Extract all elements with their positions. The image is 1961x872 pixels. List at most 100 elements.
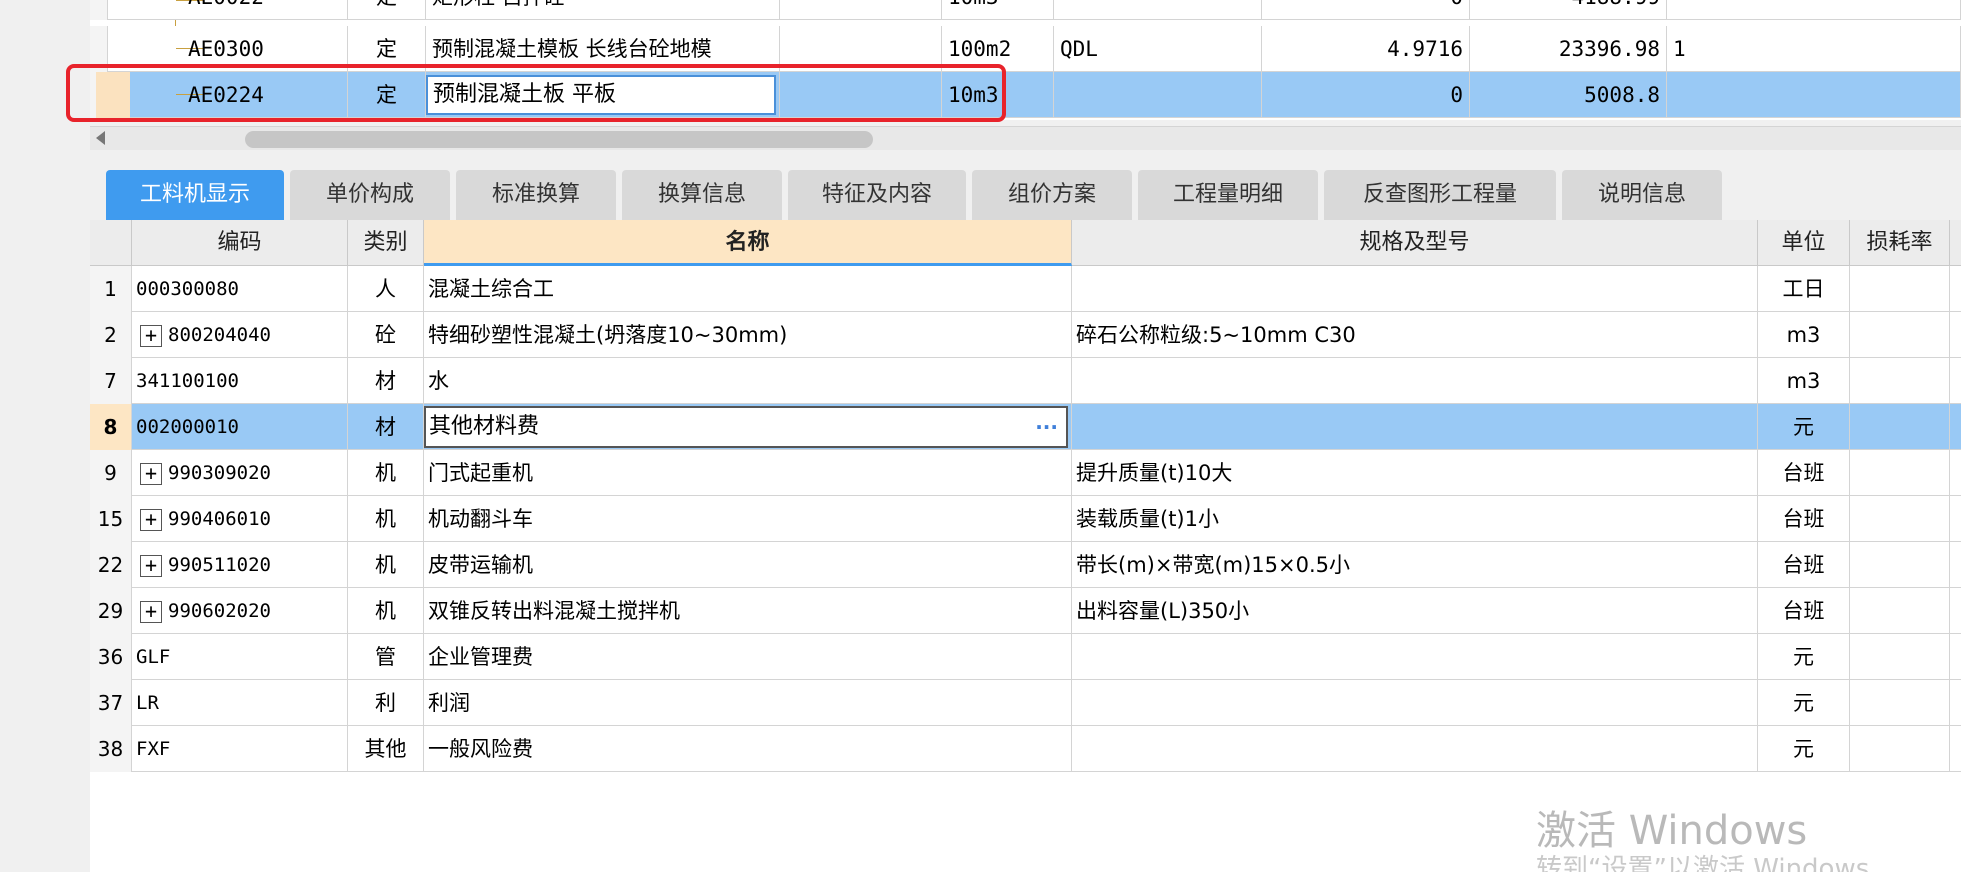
horizontal-scrollbar[interactable] — [90, 126, 1961, 150]
upper-price[interactable]: 23396.98 — [1470, 26, 1667, 72]
resource-unit[interactable]: 元 — [1758, 680, 1850, 726]
resource-loss-rate[interactable] — [1850, 450, 1950, 496]
resource-row[interactable]: 9 +990309020 机门式起重机 提升质量(t)10大 台班 — [90, 450, 1961, 496]
upper-type[interactable]: 定 — [348, 26, 426, 72]
upper-type[interactable]: 定 — [348, 72, 426, 118]
tab-description[interactable]: 说明信息 — [1562, 170, 1722, 220]
resource-name-editor[interactable]: 其他材料费 ··· — [424, 406, 1068, 448]
resource-row-selected[interactable]: 8 002000010 材其他材料费 ··· 元 — [90, 404, 1961, 450]
resource-type[interactable]: 材 — [348, 404, 424, 450]
resource-spec[interactable] — [1072, 358, 1758, 404]
expand-icon[interactable]: + — [140, 508, 162, 531]
tab-unit-price[interactable]: 单价构成 — [290, 170, 450, 220]
resource-row[interactable]: 29 +990602020 机双锥反转出料混凝土搅拌机 出料容量(L)350小 台班 — [90, 588, 1961, 634]
resource-name[interactable]: 门式起重机 — [424, 450, 1072, 496]
resource-unit[interactable]: m3 — [1758, 358, 1850, 404]
expand-icon[interactable]: + — [140, 324, 162, 347]
header-loss-rate[interactable]: 损耗率 — [1850, 220, 1950, 266]
upper-code[interactable]: AE0224 — [108, 72, 348, 118]
upper-row[interactable]: AE0300 定 预制混凝土模板 长线台砼地模 100m2 QDL 4.9716… — [90, 26, 1961, 72]
resource-row[interactable]: 37 LR 利利润 元 — [90, 680, 1961, 726]
upper-row-selected[interactable]: AE0224 定 预制混凝土板 平板 10m3 0 5008.8 — [90, 72, 1961, 118]
tab-labor-material-machine[interactable]: 工料机显示 — [106, 170, 284, 220]
header-name[interactable]: 名称 — [424, 220, 1072, 266]
resource-code-cell[interactable]: 341100100 — [132, 358, 348, 404]
upper-row[interactable]: AE0022 定 矩形柱 自拌砼 10m3 0 4188.99 — [90, 0, 1961, 20]
upper-name[interactable]: 预制混凝土模板 长线台砼地模 — [426, 26, 780, 72]
scroll-left-icon[interactable] — [96, 131, 105, 145]
tab-features[interactable]: 特征及内容 — [788, 170, 966, 220]
resource-unit[interactable]: 元 — [1758, 634, 1850, 680]
resource-loss-rate[interactable] — [1850, 358, 1950, 404]
upper-qty[interactable]: 4.9716 — [1262, 26, 1470, 72]
resource-spec[interactable]: 提升质量(t)10大 — [1072, 450, 1758, 496]
resource-type[interactable]: 管 — [348, 634, 424, 680]
upper-blank[interactable] — [780, 26, 942, 72]
resource-spec[interactable]: 出料容量(L)350小 — [1072, 588, 1758, 634]
resource-spec[interactable] — [1072, 726, 1758, 772]
header-code[interactable]: 编码 — [132, 220, 348, 266]
resource-type[interactable]: 材 — [348, 358, 424, 404]
resource-row[interactable]: 2 +800204040 砼特细砂塑性混凝土(坍落度10~30mm) 碎石公称粒级:5… — [90, 312, 1961, 358]
resource-loss-rate[interactable] — [1850, 680, 1950, 726]
more-options-button[interactable]: ··· — [1035, 408, 1058, 446]
tab-reverse-quantity[interactable]: 反查图形工程量 — [1324, 170, 1556, 220]
upper-unit[interactable]: 10m3 — [942, 72, 1054, 118]
upper-qty[interactable]: 0 — [1262, 72, 1470, 118]
resource-code-cell[interactable]: +990602020 — [132, 588, 348, 634]
resource-name[interactable]: 企业管理费 — [424, 634, 1072, 680]
upper-extra[interactable]: 1 — [1667, 26, 1961, 72]
resource-type[interactable]: 机 — [348, 588, 424, 634]
resource-code-cell[interactable]: LR — [132, 680, 348, 726]
resource-row[interactable]: 36 GLF 管企业管理费 元 — [90, 634, 1961, 680]
upper-extra[interactable] — [1667, 0, 1961, 20]
resource-unit[interactable]: 台班 — [1758, 496, 1850, 542]
resource-loss-rate[interactable] — [1850, 266, 1950, 312]
resource-row[interactable]: 38 FXF 其他 一般风险费 元 — [90, 726, 1961, 772]
resource-row[interactable]: 22 +990511020 机皮带运输机 带长(m)×带宽(m)15×0.5小 台班 — [90, 542, 1961, 588]
resource-spec[interactable] — [1072, 634, 1758, 680]
resource-loss-rate[interactable] — [1850, 496, 1950, 542]
resource-loss-rate[interactable] — [1850, 542, 1950, 588]
scroll-thumb[interactable] — [245, 131, 873, 148]
resource-unit[interactable]: m3 — [1758, 312, 1850, 358]
resource-loss-rate[interactable] — [1850, 404, 1950, 450]
resource-spec[interactable]: 带长(m)×带宽(m)15×0.5小 — [1072, 542, 1758, 588]
upper-blank[interactable] — [780, 0, 942, 20]
resource-name[interactable]: 机动翻斗车 — [424, 496, 1072, 542]
resource-unit[interactable]: 工日 — [1758, 266, 1850, 312]
upper-qty-code[interactable]: QDL — [1054, 26, 1262, 72]
upper-code[interactable]: AE0022 — [108, 0, 348, 20]
expand-icon[interactable]: + — [140, 554, 162, 577]
upper-name-editor[interactable]: 预制混凝土板 平板 — [426, 75, 776, 115]
resource-spec[interactable] — [1072, 680, 1758, 726]
resource-unit[interactable]: 台班 — [1758, 450, 1850, 496]
resource-loss-rate[interactable] — [1850, 588, 1950, 634]
upper-extra[interactable] — [1667, 72, 1961, 118]
resource-unit[interactable]: 台班 — [1758, 588, 1850, 634]
tab-conversion-info[interactable]: 换算信息 — [622, 170, 782, 220]
tab-quantity-detail[interactable]: 工程量明细 — [1138, 170, 1318, 220]
resource-row[interactable]: 15 +990406010 机机动翻斗车 装载质量(t)1小 台班 — [90, 496, 1961, 542]
resource-code-cell[interactable]: 000300080 — [132, 266, 348, 312]
resource-type[interactable]: 机 — [348, 542, 424, 588]
upper-price[interactable]: 4188.99 — [1470, 0, 1667, 20]
upper-name[interactable]: 矩形柱 自拌砼 — [426, 0, 780, 20]
resource-unit[interactable]: 元 — [1758, 404, 1850, 450]
resource-unit[interactable]: 元 — [1758, 726, 1850, 772]
upper-price[interactable]: 5008.8 — [1470, 72, 1667, 118]
resource-type[interactable]: 机 — [348, 450, 424, 496]
resource-code-cell[interactable]: +990511020 — [132, 542, 348, 588]
resource-name[interactable]: 特细砂塑性混凝土(坍落度10~30mm) — [424, 312, 1072, 358]
upper-qty-code[interactable] — [1054, 72, 1262, 118]
resource-type[interactable]: 人 — [348, 266, 424, 312]
resource-loss-rate[interactable] — [1850, 634, 1950, 680]
resource-code-cell[interactable]: 002000010 — [132, 404, 348, 450]
header-spec[interactable]: 规格及型号 — [1072, 220, 1758, 266]
tab-pricing-plan[interactable]: 组价方案 — [972, 170, 1132, 220]
resource-type[interactable]: 机 — [348, 496, 424, 542]
resource-name[interactable]: 混凝土综合工 — [424, 266, 1072, 312]
resource-spec[interactable]: 装载质量(t)1小 — [1072, 496, 1758, 542]
upper-code[interactable]: AE0300 — [108, 26, 348, 72]
resource-name[interactable]: 双锥反转出料混凝土搅拌机 — [424, 588, 1072, 634]
